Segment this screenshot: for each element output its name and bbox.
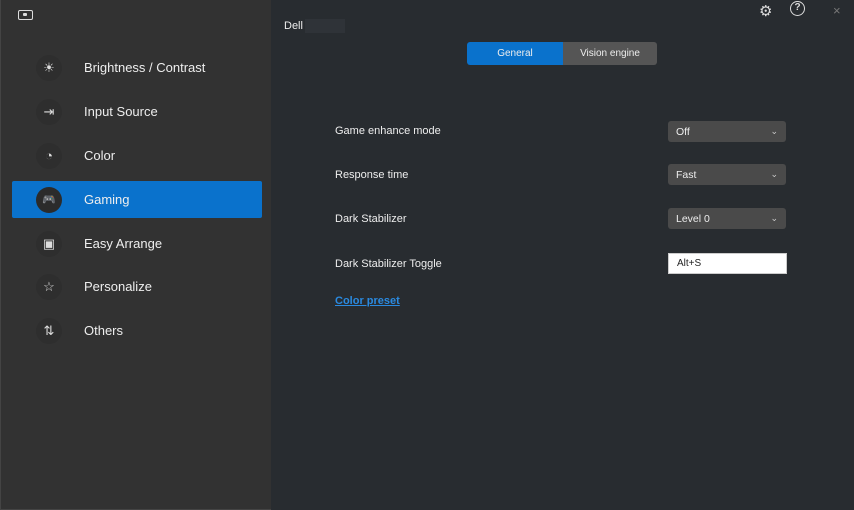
gamepad-icon: 🎮 (36, 186, 62, 213)
easy-arrange-icon: ▣ (36, 230, 62, 257)
monitor-name: Dell (284, 20, 303, 32)
tab-vision-engine[interactable]: Vision engine (563, 42, 657, 65)
select-value: Level 0 (676, 212, 710, 225)
tab-general[interactable]: General (467, 42, 563, 65)
sidebar-item-label: Easy Arrange (84, 236, 163, 251)
sidebar-item-label: Input Source (84, 104, 158, 119)
game-enhance-mode-label: Game enhance mode (335, 125, 441, 137)
input-source-icon: ⇥ (36, 98, 62, 125)
sidebar-item-label: Others (84, 323, 124, 338)
tab-bar: General Vision engine (467, 42, 657, 65)
dark-stabilizer-toggle-label: Dark Stabilizer Toggle (335, 258, 442, 270)
select-value: Fast (676, 168, 697, 181)
game-enhance-mode-select[interactable]: Off ⌄ (668, 121, 786, 142)
sidebar-item-color[interactable]: ◔ Color (12, 137, 262, 174)
sidebar-item-input-source[interactable]: ⇥ Input Source (12, 93, 262, 130)
chevron-down-icon: ⌄ (770, 213, 778, 223)
color-preset-link[interactable]: Color preset (335, 295, 400, 307)
others-icon: ⇅ (36, 317, 62, 344)
response-time-label: Response time (335, 169, 409, 181)
monitor-model-box (305, 19, 345, 33)
dark-stabilizer-hotkey-input[interactable] (668, 253, 787, 274)
palette-icon: ◔ (36, 142, 62, 169)
response-time-select[interactable]: Fast ⌄ (668, 164, 786, 185)
brightness-icon: ☀ (36, 54, 62, 81)
monitor-icon[interactable] (18, 10, 33, 20)
sidebar-item-others[interactable]: ⇅ Others (12, 312, 262, 349)
sidebar: ☀ Brightness / Contrast ⇥ Input Source ◔ Co… (0, 0, 271, 510)
sidebar-item-gaming[interactable]: 🎮 Gaming (12, 181, 262, 218)
star-icon: ☆ (36, 273, 62, 300)
close-icon[interactable]: × (833, 3, 841, 18)
sidebar-item-personalize[interactable]: ☆ Personalize (12, 268, 262, 305)
gear-icon[interactable]: ⚙ (759, 2, 772, 20)
sidebar-item-brightness-contrast[interactable]: ☀ Brightness / Contrast (12, 49, 262, 86)
sidebar-item-label: Color (84, 148, 116, 163)
sidebar-item-label: Brightness / Contrast (84, 60, 206, 75)
select-value: Off (676, 125, 690, 138)
sidebar-item-label: Personalize (84, 279, 152, 294)
sidebar-item-label: Gaming (84, 192, 130, 207)
sidebar-item-easy-arrange[interactable]: ▣ Easy Arrange (12, 225, 262, 262)
chevron-down-icon: ⌄ (770, 169, 778, 179)
dark-stabilizer-label: Dark Stabilizer (335, 213, 407, 225)
dark-stabilizer-select[interactable]: Level 0 ⌄ (668, 208, 786, 229)
help-icon[interactable]: ? (790, 1, 805, 16)
chevron-down-icon: ⌄ (770, 126, 778, 136)
